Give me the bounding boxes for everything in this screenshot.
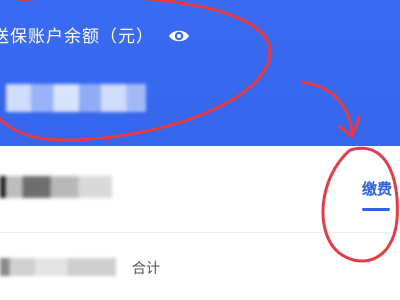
tab-pay-underline — [362, 208, 390, 211]
balance-header: 送保账户余额（元） — [0, 0, 400, 146]
balance-amount-masked — [6, 84, 146, 112]
total-label: 合计 — [132, 261, 160, 277]
tab-pay[interactable]: 缴费 — [362, 178, 392, 199]
balance-label: 送保账户余额（元） — [0, 27, 154, 47]
payment-card — [0, 146, 400, 300]
eye-icon[interactable] — [167, 24, 191, 48]
account-number-masked — [0, 176, 112, 198]
divider — [0, 232, 400, 233]
subtotal-masked — [0, 258, 116, 276]
